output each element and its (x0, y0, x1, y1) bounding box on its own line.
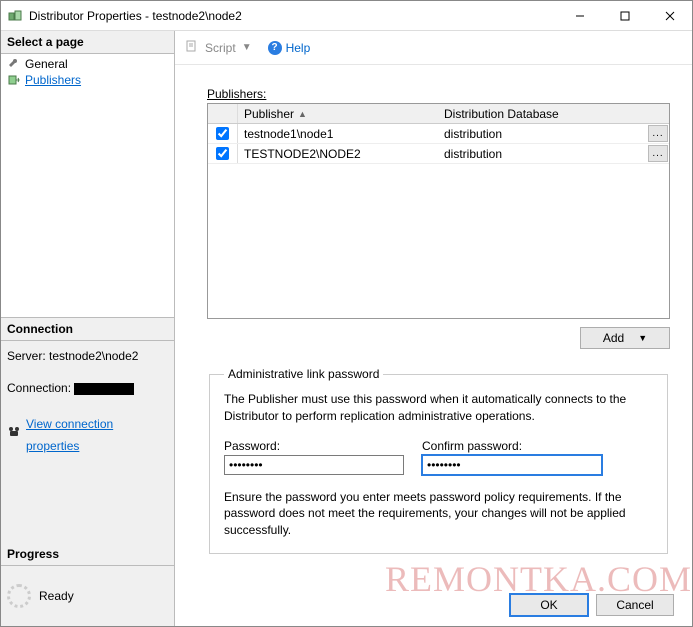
maximize-button[interactable] (602, 1, 647, 30)
sidebar-item-publishers[interactable]: Publishers (1, 72, 174, 88)
admin-hint: The Publisher must use this password whe… (224, 391, 653, 425)
admin-password-group: Administrative link password The Publish… (209, 367, 668, 554)
script-button[interactable]: Script (205, 41, 236, 55)
password-label: Password: (224, 439, 404, 453)
table-row[interactable]: testnode1\node1 distribution ... (208, 124, 669, 144)
confirm-password-input[interactable] (422, 455, 602, 475)
password-input[interactable] (224, 455, 404, 475)
grid-header: Publisher ▲ Distribution Database (208, 104, 669, 124)
row-options-button[interactable]: ... (648, 145, 668, 162)
connection-header: Connection (1, 318, 174, 341)
server-value: testnode2\node2 (49, 349, 138, 363)
sidebar-item-label: Publishers (25, 73, 81, 87)
main-panel: Script ▼ ? Help Publishers: Publisher ▲ … (175, 31, 692, 626)
connection-label: Connection: (7, 381, 71, 395)
close-button[interactable] (647, 1, 692, 30)
progress-status: Ready (39, 589, 74, 603)
ok-button[interactable]: OK (510, 594, 588, 616)
view-connection-properties-label: View connection properties (26, 413, 168, 457)
admin-note: Ensure the password you enter meets pass… (224, 489, 653, 539)
help-icon: ? (268, 41, 282, 55)
sidebar: Select a page General Publishers Connect… (1, 31, 175, 626)
select-page-header: Select a page (1, 31, 174, 54)
chevron-down-icon[interactable]: ▼ (242, 42, 252, 53)
row-checkbox[interactable] (216, 147, 229, 160)
row-checkbox[interactable] (216, 127, 229, 140)
row-publisher: TESTNODE2\NODE2 (238, 147, 438, 161)
sidebar-item-general[interactable]: General (1, 56, 174, 72)
help-label: Help (286, 41, 311, 55)
title-bar: Distributor Properties - testnode2\node2 (1, 1, 692, 31)
connection-body: Server: testnode2\node2 Connection: View… (1, 341, 174, 461)
publishers-label: Publishers: (207, 87, 670, 101)
window-title: Distributor Properties - testnode2\node2 (29, 9, 557, 23)
minimize-button[interactable] (557, 1, 602, 30)
publishers-grid: Publisher ▲ Distribution Database testno… (207, 103, 670, 319)
chevron-down-icon: ▼ (638, 333, 647, 343)
script-icon (185, 39, 199, 56)
grid-header-check[interactable] (208, 104, 238, 123)
server-label: Server: (7, 349, 46, 363)
row-publisher: testnode1\node1 (238, 127, 438, 141)
progress-header: Progress (1, 543, 174, 566)
publishers-icon (7, 73, 21, 87)
toolbar: Script ▼ ? Help (175, 31, 692, 65)
grid-header-db[interactable]: Distribution Database (438, 107, 669, 121)
help-button[interactable]: ? Help (268, 41, 311, 55)
sort-asc-icon: ▲ (298, 109, 307, 119)
app-icon (7, 8, 23, 24)
progress-spinner-icon (7, 584, 31, 608)
add-button[interactable]: Add ▼ (580, 327, 670, 349)
row-options-button[interactable]: ... (648, 125, 668, 142)
grid-header-publisher[interactable]: Publisher ▲ (238, 107, 438, 121)
page-list: General Publishers (1, 54, 174, 318)
table-row[interactable]: TESTNODE2\NODE2 distribution ... (208, 144, 669, 164)
confirm-password-label: Confirm password: (422, 439, 602, 453)
cancel-button[interactable]: Cancel (596, 594, 674, 616)
wrench-icon (7, 57, 21, 71)
sidebar-item-label: General (25, 57, 68, 71)
row-db: distribution (444, 147, 648, 161)
connection-value-redacted (74, 383, 134, 395)
connection-props-icon (7, 424, 21, 446)
admin-legend: Administrative link password (224, 367, 383, 381)
row-db: distribution (444, 127, 648, 141)
view-connection-properties[interactable]: View connection properties (7, 413, 168, 457)
